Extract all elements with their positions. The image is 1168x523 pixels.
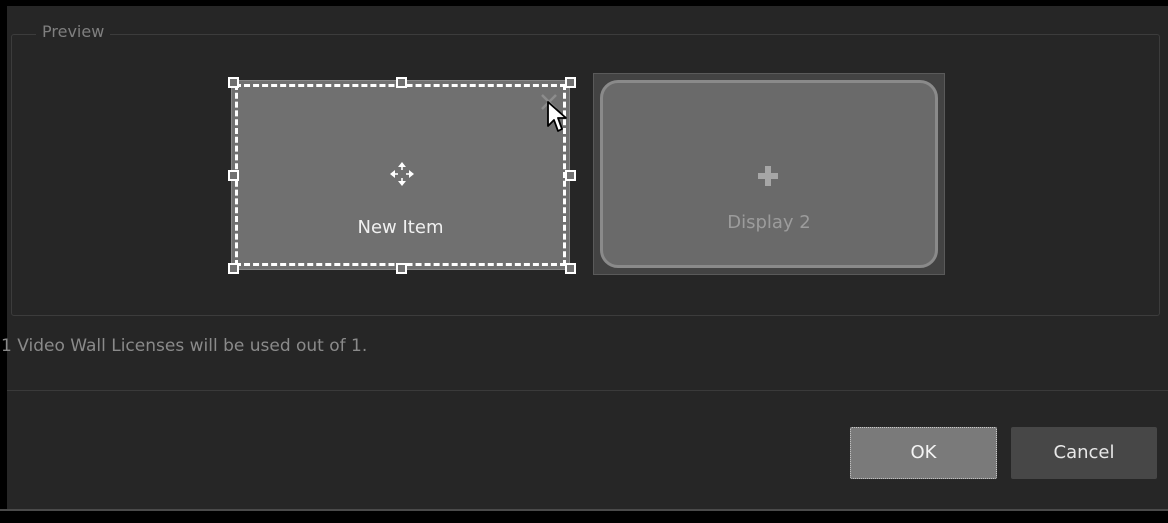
resize-handle-top-center[interactable]	[396, 77, 407, 88]
resize-handle-middle-right[interactable]	[565, 170, 576, 181]
move-icon[interactable]	[389, 161, 415, 187]
screen-display-2[interactable]: Display 2	[593, 73, 945, 275]
resize-handle-bottom-center[interactable]	[396, 263, 407, 274]
window-bottom-edge	[0, 509, 1168, 511]
plus-icon[interactable]	[757, 165, 779, 187]
preview-group-title: Preview	[36, 21, 111, 43]
footer-divider	[7, 390, 1168, 391]
display-2-tile[interactable]: Display 2	[600, 80, 938, 268]
resize-handle-top-right[interactable]	[565, 77, 576, 88]
video-wall-dialog: Preview New Item Display 2 1 Video Wall …	[1, 6, 1168, 509]
ok-button[interactable]: OK	[850, 427, 997, 479]
resize-handle-bottom-right[interactable]	[565, 263, 576, 274]
mouse-cursor-icon	[546, 100, 570, 134]
screen-new-item[interactable]: New Item	[228, 77, 576, 274]
preview-group: Preview	[11, 21, 1160, 316]
cancel-button[interactable]: Cancel	[1011, 427, 1157, 479]
resize-handle-middle-left[interactable]	[228, 170, 239, 181]
resize-handle-bottom-left[interactable]	[228, 263, 239, 274]
screen-label-new-item: New Item	[357, 217, 444, 238]
resize-handle-top-left[interactable]	[228, 77, 239, 88]
license-info-text: 1 Video Wall Licenses will be used out o…	[1, 336, 368, 356]
screen-label-display-2: Display 2	[727, 212, 811, 233]
